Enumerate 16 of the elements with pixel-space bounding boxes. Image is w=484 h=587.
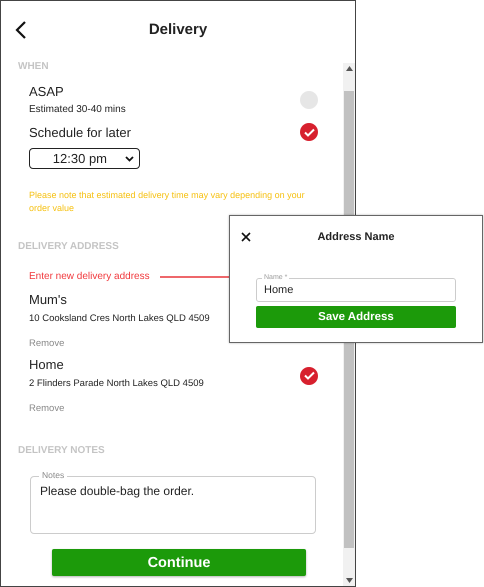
option-label: ASAP <box>29 84 65 99</box>
address-name: Home <box>29 357 64 372</box>
field-label: Notes <box>39 470 68 480</box>
page-title: Delivery <box>148 21 208 38</box>
section-heading: DELIVERY ADDRESS <box>18 241 119 252</box>
address-line: 10 Cooksland Cres North Lakes QLD 4509 <box>29 313 210 324</box>
section-heading: DELIVERY NOTES <box>18 445 105 456</box>
address-name: Mum's <box>29 292 67 308</box>
field-value: Please double-bag the order. <box>40 484 196 498</box>
option-label: Schedule for later <box>29 124 131 140</box>
option-detail: Estimated 30-40 mins <box>29 104 126 115</box>
delivery-time-note: Please note that estimated delivery time may vary depending on your order value <box>29 189 306 216</box>
address-line: 2 Flinders Parade North Lakes QLD 4509 <box>29 378 204 390</box>
field-value: Home <box>264 284 294 296</box>
dialog-title: Address Name <box>317 231 395 243</box>
section-heading: WHEN <box>18 61 49 72</box>
